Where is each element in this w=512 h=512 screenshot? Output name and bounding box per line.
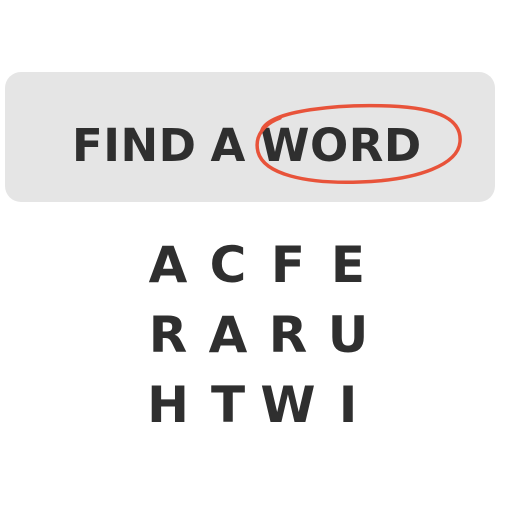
letter-tile-r1c4[interactable]: E bbox=[318, 230, 378, 300]
letter-tile-r3c3[interactable]: W bbox=[258, 370, 318, 440]
letter-tile-r2c3[interactable]: R bbox=[258, 300, 318, 370]
letter-tile-r2c2[interactable]: A bbox=[198, 300, 258, 370]
letter-tile-r3c4[interactable]: I bbox=[318, 370, 378, 440]
letter-tile-r3c1[interactable]: H bbox=[138, 370, 198, 440]
title-word-word: WORD bbox=[259, 118, 422, 172]
letter-tile-r1c2[interactable]: C bbox=[198, 230, 258, 300]
letter-tile-r2c1[interactable]: R bbox=[138, 300, 198, 370]
letter-tile-r1c3[interactable]: F bbox=[258, 230, 318, 300]
letter-grid: A C F E R A R U H T W I bbox=[138, 230, 378, 440]
game-title: FIND A WORD bbox=[72, 110, 422, 180]
title-word-find: FIND bbox=[72, 118, 197, 172]
letter-tile-r3c2[interactable]: T bbox=[198, 370, 258, 440]
game-screen: FIND A WORD A C F E R A R U H T W I bbox=[0, 0, 512, 512]
letter-tile-r1c1[interactable]: A bbox=[138, 230, 198, 300]
title-word-a: A bbox=[210, 118, 246, 172]
letter-tile-r2c4[interactable]: U bbox=[318, 300, 378, 370]
